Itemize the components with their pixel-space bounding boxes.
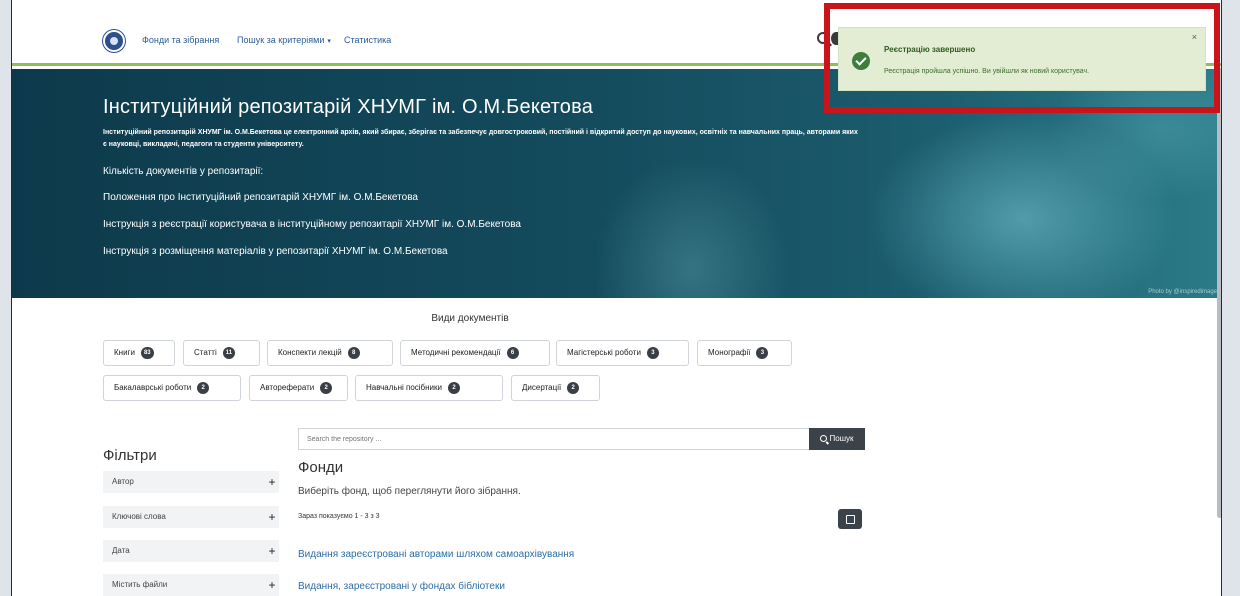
filter-keywords[interactable]: Ключові слова + xyxy=(103,506,279,528)
hero-link-regulations[interactable]: Положення про Інституційний репозитарій … xyxy=(103,192,418,203)
nav-link-collections[interactable]: Фонди та зібрання xyxy=(142,35,219,45)
doc-type-label: Статті xyxy=(194,348,217,357)
doc-type-articles[interactable]: Статті 11 xyxy=(183,340,260,366)
search-icon xyxy=(820,435,828,442)
collection-link-library-funds[interactable]: Видання, зареєстровані у фондах бібліоте… xyxy=(298,581,505,592)
nav-link-search-criteria[interactable]: Пошук за критеріями ▾ xyxy=(237,35,331,45)
count-badge: 3 xyxy=(756,346,769,359)
sort-options-button[interactable] xyxy=(838,509,862,529)
filter-label: Автор xyxy=(112,477,134,486)
doc-type-label: Магістерські роботи xyxy=(567,348,641,357)
highlight-box xyxy=(824,3,1220,113)
count-badge: 6 xyxy=(506,346,519,359)
count-badge: 2 xyxy=(567,381,580,394)
scrollbar-thumb[interactable] xyxy=(1217,68,1221,518)
collection-link-self-archived[interactable]: Видання зареєстровані авторами шляхом са… xyxy=(298,549,574,560)
plus-icon[interactable]: + xyxy=(265,506,279,528)
filter-author[interactable]: Автор + xyxy=(103,471,279,493)
doc-type-dissertations[interactable]: Дисертації 2 xyxy=(511,375,600,401)
doc-type-bachelor-theses[interactable]: Бакалаврські роботи 2 xyxy=(103,375,241,401)
filter-has-files[interactable]: Містить файли + xyxy=(103,574,279,596)
collections-title: Фонди xyxy=(298,459,344,476)
doc-type-abstracts[interactable]: Автореферати 2 xyxy=(249,375,348,401)
doc-type-monographs[interactable]: Монографії 3 xyxy=(697,340,792,366)
count-badge: 2 xyxy=(197,381,210,394)
doc-type-methodical-recommendations[interactable]: Методичні рекомендації 6 xyxy=(400,340,550,366)
search-button[interactable]: Пошук xyxy=(809,428,865,450)
doc-type-books[interactable]: Книги 83 xyxy=(103,340,175,366)
filter-label: Дата xyxy=(112,546,130,555)
filters-title: Фільтри xyxy=(103,447,157,464)
plus-icon[interactable]: + xyxy=(265,574,279,596)
chevron-down-icon: ▾ xyxy=(327,38,331,45)
nav-link-search-criteria-label: Пошук за критеріями xyxy=(237,35,325,45)
doc-type-label: Конспекти лекцій xyxy=(278,348,342,357)
search-button-label: Пошук xyxy=(829,434,854,443)
collections-subtitle: Виберіть фонд, щоб переглянути його зібр… xyxy=(298,486,521,497)
university-logo[interactable] xyxy=(103,30,125,52)
plus-icon[interactable]: + xyxy=(265,471,279,493)
hero-link-registration-guide[interactable]: Інструкція з реєстрації користувача в ін… xyxy=(103,219,521,230)
doc-type-master-theses[interactable]: Магістерські роботи 3 xyxy=(556,340,689,366)
count-badge: 2 xyxy=(320,381,333,394)
hero-title: Інституційний репозитарій ХНУМГ ім. О.М.… xyxy=(103,96,594,118)
doc-types-heading: Види документів xyxy=(431,313,509,324)
document-count-label: Кількість документів у репозитарії: xyxy=(103,166,264,177)
doc-type-label: Книги xyxy=(114,348,135,357)
count-badge: 8 xyxy=(347,346,360,359)
filter-label: Містить файли xyxy=(112,580,168,589)
count-badge: 83 xyxy=(140,346,154,359)
doc-type-label: Автореферати xyxy=(260,383,315,392)
doc-type-lecture-notes[interactable]: Конспекти лекцій 8 xyxy=(267,340,393,366)
plus-icon[interactable]: + xyxy=(265,540,279,562)
search-input[interactable] xyxy=(298,428,810,450)
results-count: Зараз показуємо 1 - 3 з 3 xyxy=(298,513,380,520)
doc-type-label: Навчальні посібники xyxy=(366,383,442,392)
nav-link-statistics[interactable]: Статистика xyxy=(344,35,391,45)
count-badge: 2 xyxy=(447,381,460,394)
doc-type-label: Дисертації xyxy=(522,383,562,392)
doc-type-label: Монографії xyxy=(708,348,751,357)
hero-description: Інституційний репозитарій ХНУМГ ім. О.М.… xyxy=(103,129,858,148)
filter-date[interactable]: Дата + xyxy=(103,540,279,562)
doc-type-label: Методичні рекомендації xyxy=(411,348,501,357)
hero-link-upload-guide[interactable]: Інструкція з розміщення матеріалів у реп… xyxy=(103,246,448,257)
filter-label: Ключові слова xyxy=(112,512,166,521)
doc-type-textbooks[interactable]: Навчальні посібники 2 xyxy=(355,375,503,401)
count-badge: 11 xyxy=(222,346,236,359)
count-badge: 3 xyxy=(646,346,659,359)
doc-type-label: Бакалаврські роботи xyxy=(114,383,192,392)
photo-credit[interactable]: Photo by @inspiredimages xyxy=(1148,289,1220,295)
